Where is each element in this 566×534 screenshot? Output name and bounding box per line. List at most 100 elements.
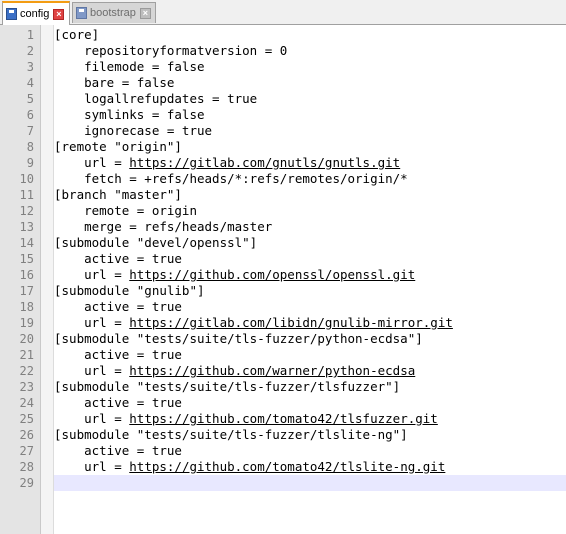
code-text: active = true: [54, 443, 182, 458]
code-text: active = true: [54, 251, 182, 266]
line-number: 4: [26, 76, 34, 90]
url-link[interactable]: https://github.com/tomato42/tlsfuzzer.gi…: [129, 411, 438, 426]
code-text: active = true: [54, 299, 182, 314]
code-text: remote = origin: [54, 203, 197, 218]
url-link[interactable]: https://github.com/warner/python-ecdsa: [129, 363, 415, 378]
line-number: 3: [26, 60, 34, 74]
code-text: bare = false: [54, 75, 175, 90]
code-line[interactable]: bare = false: [54, 75, 566, 91]
close-icon[interactable]: ×: [53, 8, 65, 20]
tab-label: config: [20, 8, 50, 20]
tab-bootstrap[interactable]: bootstrap ×: [72, 2, 156, 23]
code-text: [submodule "tests/suite/tls-fuzzer/tlsfu…: [54, 379, 401, 394]
tab-config[interactable]: config ×: [2, 1, 70, 25]
code-text: [submodule "tests/suite/tls-fuzzer/tlsli…: [54, 427, 408, 442]
file-icon: [6, 8, 17, 20]
code-text: fetch = +refs/heads/*:refs/remotes/origi…: [54, 171, 408, 186]
code-text: url =: [54, 459, 130, 474]
code-line[interactable]: [submodule "tests/suite/tls-fuzzer/tlsli…: [54, 427, 566, 443]
line-number: 20: [19, 332, 34, 346]
close-icon[interactable]: ×: [139, 7, 151, 19]
line-number: 2: [26, 44, 34, 58]
code-text: symlinks = false: [54, 107, 205, 122]
url-link[interactable]: https://github.com/tomato42/tlslite-ng.g…: [129, 459, 445, 474]
line-number: 13: [19, 220, 34, 234]
code-text: url =: [54, 411, 130, 426]
code-line[interactable]: [submodule "gnulib"]: [54, 283, 566, 299]
code-line[interactable]: active = true: [54, 251, 566, 267]
line-number: 25: [19, 412, 34, 426]
code-text: repositoryformatversion = 0: [54, 43, 288, 58]
code-line[interactable]: url = https://github.com/warner/python-e…: [54, 363, 566, 379]
url-link[interactable]: https://gitlab.com/gnutls/gnutls.git: [129, 155, 400, 170]
code-line[interactable]: [branch "master"]: [54, 187, 566, 203]
code-text: filemode = false: [54, 59, 205, 74]
line-number: 9: [26, 156, 34, 170]
code-line[interactable]: active = true: [54, 395, 566, 411]
code-line[interactable]: repositoryformatversion = 0: [54, 43, 566, 59]
code-line[interactable]: url = https://gitlab.com/libidn/gnulib-m…: [54, 315, 566, 331]
code-line[interactable]: logallrefupdates = true: [54, 91, 566, 107]
code-line[interactable]: active = true: [54, 299, 566, 315]
tab-label: bootstrap: [90, 7, 136, 19]
line-number: 8: [26, 140, 34, 154]
code-text: active = true: [54, 395, 182, 410]
line-number: 28: [19, 460, 34, 474]
line-number: 24: [19, 396, 34, 410]
code-text: url =: [54, 267, 130, 282]
code-text: [core]: [54, 27, 100, 42]
file-icon: [76, 7, 87, 19]
code-line[interactable]: [core]: [54, 27, 566, 43]
code-line[interactable]: [submodule "tests/suite/tls-fuzzer/pytho…: [54, 331, 566, 347]
line-number: 6: [26, 108, 34, 122]
code-text: ignorecase = true: [54, 123, 213, 138]
line-number-gutter: 1 2 3 4 5 6 7 8 9 10 11 12 13 14 15 16 17 18 19 20 21 22 23 24 2…: [0, 25, 41, 534]
code-line[interactable]: url = https://github.com/openssl/openssl…: [54, 267, 566, 283]
code-line[interactable]: fetch = +refs/heads/*:refs/remotes/origi…: [54, 171, 566, 187]
line-number: 27: [19, 444, 34, 458]
code-text: logallrefupdates = true: [54, 91, 258, 106]
text-area[interactable]: [core] repositoryformatversion = 0 filem…: [54, 25, 566, 534]
url-link[interactable]: https://gitlab.com/libidn/gnulib-mirror.…: [129, 315, 453, 330]
code-line[interactable]: symlinks = false: [54, 107, 566, 123]
editor-area[interactable]: 1 2 3 4 5 6 7 8 9 10 11 12 13 14 15 16 17 18 19 20 21 22 23 24 2…: [0, 25, 566, 534]
code-text: [branch "master"]: [54, 187, 182, 202]
url-link[interactable]: https://github.com/openssl/openssl.git: [129, 267, 415, 282]
line-number: 18: [19, 300, 34, 314]
line-number: 21: [19, 348, 34, 362]
line-number: 29: [19, 476, 34, 490]
code-line[interactable]: ignorecase = true: [54, 123, 566, 139]
line-number: 16: [19, 268, 34, 282]
code-line[interactable]: merge = refs/heads/master: [54, 219, 566, 235]
line-number: 12: [19, 204, 34, 218]
code-text: url =: [54, 363, 130, 378]
line-number: 23: [19, 380, 34, 394]
code-line[interactable]: url = https://github.com/tomato42/tlslit…: [54, 459, 566, 475]
line-number: 10: [19, 172, 34, 186]
code-line[interactable]: [submodule "tests/suite/tls-fuzzer/tlsfu…: [54, 379, 566, 395]
tab-bar: config × bootstrap ×: [0, 0, 566, 25]
line-number: 26: [19, 428, 34, 442]
fold-margin: [41, 25, 54, 534]
code-line[interactable]: active = true: [54, 443, 566, 459]
code-line[interactable]: [submodule "devel/openssl"]: [54, 235, 566, 251]
code-line[interactable]: url = https://github.com/tomato42/tlsfuz…: [54, 411, 566, 427]
line-number: 22: [19, 364, 34, 378]
code-text: active = true: [54, 347, 182, 362]
code-line[interactable]: [remote "origin"]: [54, 139, 566, 155]
code-text: [submodule "devel/openssl"]: [54, 235, 258, 250]
code-line[interactable]: remote = origin: [54, 203, 566, 219]
code-line[interactable]: filemode = false: [54, 59, 566, 75]
code-line[interactable]: active = true: [54, 347, 566, 363]
code-text: url =: [54, 315, 130, 330]
line-number: 11: [19, 188, 34, 202]
line-number: 1: [26, 28, 34, 42]
code-text: [submodule "gnulib"]: [54, 283, 205, 298]
code-line[interactable]: url = https://gitlab.com/gnutls/gnutls.g…: [54, 155, 566, 171]
line-number: 15: [19, 252, 34, 266]
code-text: [submodule "tests/suite/tls-fuzzer/pytho…: [54, 331, 423, 346]
code-line[interactable]: [54, 475, 566, 491]
line-number: 14: [19, 236, 34, 250]
line-number: 5: [26, 92, 34, 106]
code-text: url =: [54, 155, 130, 170]
